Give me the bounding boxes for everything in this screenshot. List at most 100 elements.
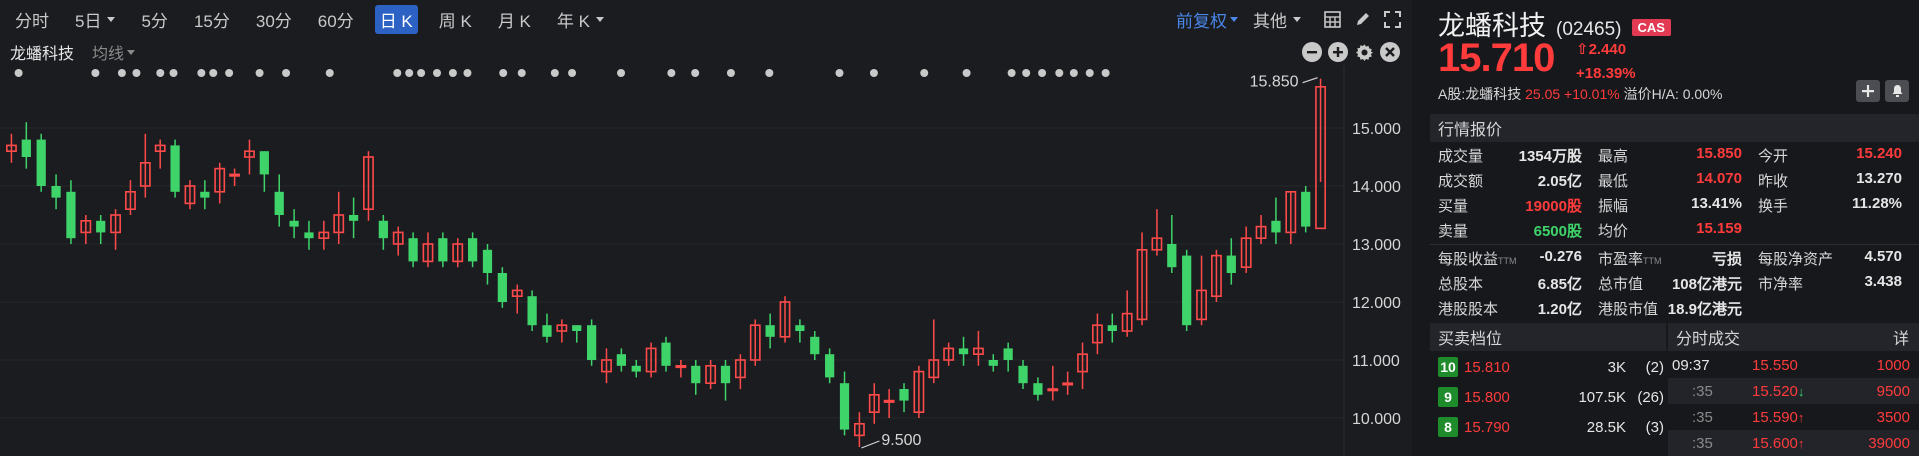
order-book-row[interactable]: 8 15.790 28.5K (3) — [1430, 412, 1666, 442]
period-tab-5day[interactable]: 5日 — [70, 5, 120, 34]
event-marker-dot — [209, 69, 218, 77]
event-marker-dot — [617, 69, 626, 77]
stat-label: 今开 — [1758, 148, 1789, 165]
stat-label: 卖量 — [1438, 223, 1469, 240]
price-change: ⇧2.440 — [1576, 40, 1626, 58]
level-badge: 9 — [1438, 387, 1458, 407]
grid-layout-icon[interactable] — [1322, 9, 1342, 29]
event-marker-dot — [869, 69, 878, 77]
stat-cell: 买量 19000股 — [1430, 195, 1590, 216]
candle-down — [408, 238, 418, 262]
tick-row: 09:37 15.550 1000 — [1668, 352, 1919, 378]
stat-cell: 港股股本 1.20亿 — [1430, 298, 1590, 319]
tick-time: 09:37 — [1672, 356, 1710, 374]
candle-down — [988, 360, 998, 366]
book-volume: 28.5K — [1586, 418, 1626, 436]
quote-section-header: 行情报价 — [1430, 114, 1919, 142]
alert-bell-icon[interactable] — [1885, 80, 1909, 102]
candle-down — [1167, 244, 1177, 268]
candle-down — [691, 365, 701, 384]
candle-down — [378, 220, 388, 239]
stat-label: 总市值 — [1598, 273, 1643, 294]
candle-down — [1018, 365, 1028, 384]
tick-trades: 09:37 15.550 1000:35 15.520↓ 9500:35 15.590↑ 3… — [1668, 352, 1919, 456]
candle-down — [1301, 191, 1311, 227]
arrow-up-icon: ⇧ — [1576, 41, 1589, 58]
event-marker-dot — [550, 69, 559, 77]
candle-down — [1182, 255, 1192, 326]
candle-down — [1033, 383, 1043, 395]
stat-cell: 成交额 2.05亿 — [1430, 170, 1590, 191]
chart-controls — [1302, 38, 1400, 66]
more-dropdown[interactable]: 其他 — [1248, 5, 1306, 34]
fullscreen-icon[interactable] — [1382, 9, 1402, 29]
stat-cell: 市净率 3.438 — [1750, 273, 1910, 294]
period-tab-weekly[interactable]: 周 K — [434, 5, 477, 34]
close-icon[interactable] — [1380, 42, 1400, 62]
chevron-down-icon — [127, 49, 136, 55]
draw-pen-icon[interactable] — [1352, 9, 1372, 29]
stat-cell: 每股收益TTM -0.276 — [1430, 248, 1590, 269]
candle-down — [36, 139, 46, 186]
candle-down — [899, 389, 909, 401]
kline-chart[interactable]: 15.000 14.000 13.000 12.000 11.000 10.000 15.8… — [0, 66, 1412, 456]
stat-cell: 最高 15.850 — [1590, 145, 1750, 166]
stat-cell: 总市值 108亿港元 — [1590, 273, 1750, 294]
stat-value: 15.240 — [1856, 145, 1902, 162]
candle-down — [1271, 220, 1281, 233]
stat-cell: 最低 14.070 — [1590, 170, 1750, 191]
candle-up — [229, 173, 240, 177]
period-tab-5min[interactable]: 5分 — [136, 5, 172, 34]
period-tab-daily[interactable]: 日 K — [374, 4, 418, 34]
candle-down — [438, 238, 448, 262]
tick-details-link[interactable]: 详 — [1893, 325, 1909, 349]
event-marker-dot — [14, 69, 23, 77]
zoom-in-icon[interactable] — [1328, 42, 1348, 62]
period-tab-15min[interactable]: 15分 — [189, 5, 235, 34]
level-badge: 10 — [1438, 357, 1458, 377]
stat-label: 最低 — [1598, 173, 1629, 190]
ma-label: 均线 — [92, 46, 125, 63]
stat-label: 市净率 — [1758, 273, 1803, 294]
order-book-row[interactable]: 10 15.810 3K (2) — [1430, 352, 1666, 382]
arrow-down-icon: ↓ — [1797, 383, 1805, 399]
stat-value: 2.05亿 — [1537, 173, 1582, 190]
event-marker-dot — [91, 69, 100, 77]
book-count: (2) — [1645, 358, 1664, 376]
candle-down — [467, 238, 478, 262]
adjust-dropdown[interactable]: 前复权 — [1176, 7, 1238, 32]
tick-time: :35 — [1692, 382, 1713, 400]
stat-cell: 总股本 6.85亿 — [1430, 273, 1590, 294]
tick-price-value: 15.590 — [1752, 408, 1798, 426]
order-book-row[interactable]: 9 15.800 107.5K (26) — [1430, 382, 1666, 412]
candle-down — [825, 354, 835, 378]
candle-down — [810, 336, 820, 355]
event-marker-dot — [1038, 69, 1047, 77]
y-tick-label: 12.000 — [1352, 295, 1401, 312]
period-tab-intraday[interactable]: 分时 — [10, 5, 54, 34]
a-share-info: A股:龙蟠科技 25.05 +10.01% 溢价H/A: 0.00% — [1438, 84, 1722, 104]
stat-value: 14.070 — [1696, 170, 1742, 187]
stat-cell: 每股净资产 4.570 — [1750, 248, 1910, 269]
candle-down — [274, 191, 284, 215]
period-tab-60min[interactable]: 60分 — [313, 5, 359, 34]
settings-gear-icon[interactable] — [1354, 42, 1374, 62]
event-marker-dot — [835, 69, 844, 77]
period-tab-30min[interactable]: 30分 — [251, 5, 297, 34]
a-share-label: A股:龙蟠科技 — [1438, 86, 1522, 102]
stat-label: 成交额 — [1438, 173, 1484, 190]
tick-volume: 39000 — [1868, 434, 1910, 452]
candle-down — [587, 325, 597, 360]
candle-down — [348, 215, 359, 221]
period-tab-monthly[interactable]: 月 K — [493, 5, 536, 34]
arrow-up-icon: ↑ — [1797, 409, 1805, 425]
zoom-out-icon[interactable] — [1302, 42, 1322, 62]
quote-tools — [1856, 80, 1909, 102]
period-tab-yearly[interactable]: 年 K — [552, 5, 609, 34]
cas-badge: CAS — [1631, 19, 1671, 36]
tick-price: 15.520↓ — [1752, 383, 1842, 400]
stat-cell: 换手 11.28% — [1750, 195, 1910, 216]
ma-dropdown[interactable]: 均线 — [92, 40, 136, 64]
tick-volume: 3500 — [1876, 408, 1910, 426]
add-watchlist-icon[interactable] — [1856, 80, 1880, 102]
